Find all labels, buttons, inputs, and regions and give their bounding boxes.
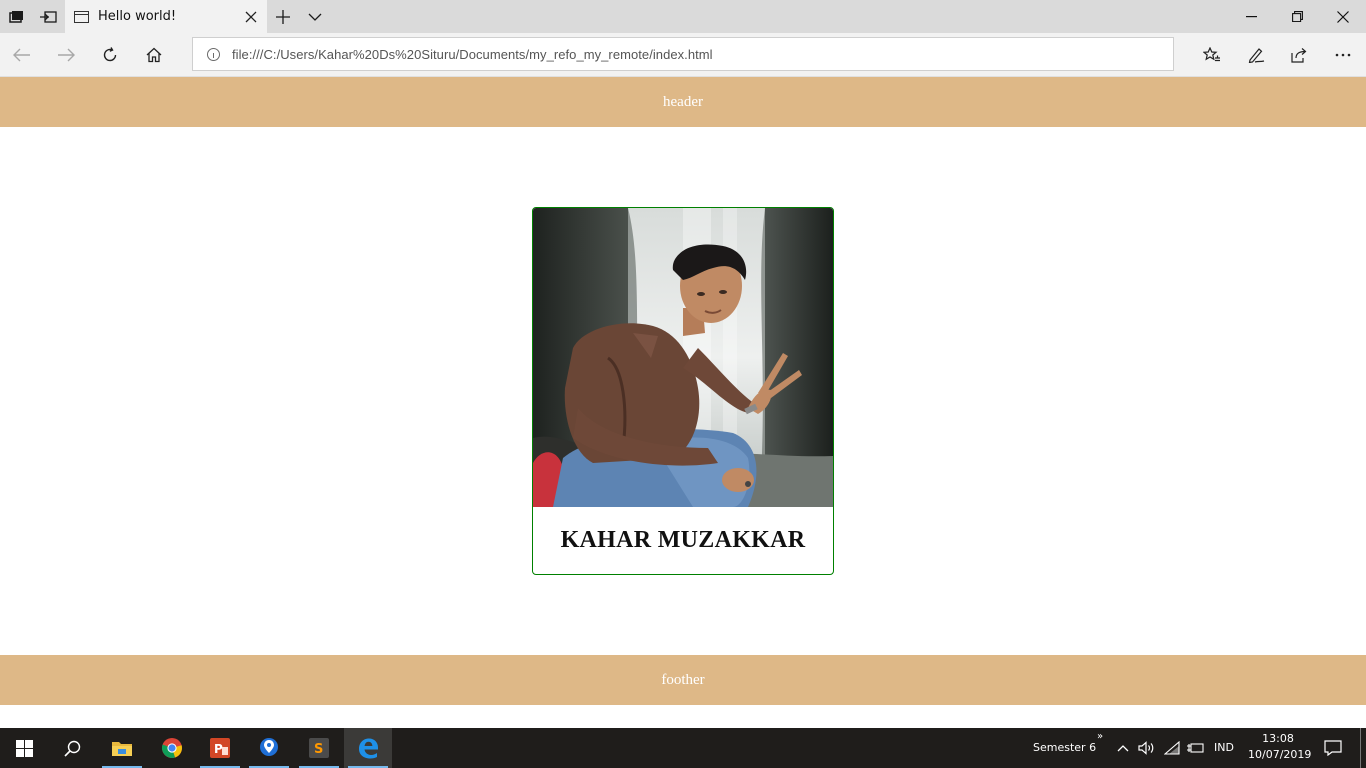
browser-tab-strip: Hello world! xyxy=(0,0,1366,33)
show-hidden-icons-chevron-icon[interactable] xyxy=(1113,738,1133,758)
wifi-icon[interactable] xyxy=(1162,738,1182,758)
file-explorer-icon[interactable] xyxy=(98,728,146,768)
powerpoint-icon[interactable]: P xyxy=(196,728,244,768)
windows-start-icon[interactable] xyxy=(0,728,48,768)
footer-text: foother xyxy=(661,671,705,688)
action-center-icon[interactable] xyxy=(1323,738,1343,758)
site-info-icon[interactable] xyxy=(207,47,220,61)
taskbar-toolbar-label[interactable]: Semester 6 xyxy=(1033,741,1096,754)
more-icon[interactable] xyxy=(1326,38,1360,72)
tabs-aside-icon[interactable] xyxy=(32,0,64,33)
restore-icon[interactable] xyxy=(1274,0,1320,33)
site-footer: foother xyxy=(0,655,1366,705)
minimize-icon[interactable] xyxy=(1228,0,1274,33)
add-notes-icon[interactable] xyxy=(1239,38,1273,72)
profile-name: KAHAR MUZAKKAR xyxy=(560,527,806,553)
site-header: header xyxy=(0,77,1366,127)
profile-card: KAHAR MUZAKKAR xyxy=(532,207,834,575)
page-icon xyxy=(74,10,89,23)
chrome-icon[interactable] xyxy=(148,728,196,768)
close-tab-icon[interactable] xyxy=(241,7,261,27)
sublime-text-icon[interactable]: S xyxy=(295,728,343,768)
battery-power-icon[interactable] xyxy=(1185,738,1205,758)
forward-icon[interactable] xyxy=(49,38,83,72)
browser-nav-bar: file:///C:/Users/Kahar%20Ds%20Situru/Doc… xyxy=(0,33,1366,77)
svg-text:S: S xyxy=(314,742,323,757)
web-page: header KAHAR MUZAKKAR foother xyxy=(0,77,1366,728)
svg-text:P: P xyxy=(214,742,223,756)
show-desktop-divider[interactable] xyxy=(1360,728,1361,768)
profile-photo xyxy=(533,208,833,507)
address-bar[interactable]: file:///C:/Users/Kahar%20Ds%20Situru/Doc… xyxy=(192,37,1174,71)
tab-set-aside-icon[interactable] xyxy=(0,0,32,33)
share-icon[interactable] xyxy=(1282,38,1316,72)
input-language-indicator[interactable]: IND xyxy=(1214,741,1234,754)
header-text: header xyxy=(663,93,703,110)
close-window-icon[interactable] xyxy=(1320,0,1366,33)
new-tab-icon[interactable] xyxy=(267,0,299,33)
address-text: file:///C:/Users/Kahar%20Ds%20Situru/Doc… xyxy=(232,46,713,62)
tab-title: Hello world! xyxy=(98,9,177,24)
clock-time: 13:08 xyxy=(1262,732,1294,745)
windows-taskbar: P S Semester 6 » IND 13:08 10/07/2019 xyxy=(0,728,1366,768)
refresh-icon[interactable] xyxy=(93,38,127,72)
clock[interactable]: 13:08 10/07/2019 xyxy=(1248,731,1312,765)
clock-date: 10/07/2019 xyxy=(1248,748,1312,761)
volume-icon[interactable] xyxy=(1137,738,1157,758)
search-icon[interactable] xyxy=(48,728,96,768)
tab-hello-world[interactable]: Hello world! xyxy=(65,0,267,33)
edge-icon[interactable] xyxy=(344,728,392,768)
maps-icon[interactable] xyxy=(245,728,293,768)
tab-preview-chevron-icon[interactable] xyxy=(299,0,331,33)
home-icon[interactable] xyxy=(137,38,171,72)
toolbar-expand-icon[interactable]: » xyxy=(1097,731,1103,742)
back-icon[interactable] xyxy=(5,38,39,72)
favorites-icon[interactable] xyxy=(1195,38,1229,72)
